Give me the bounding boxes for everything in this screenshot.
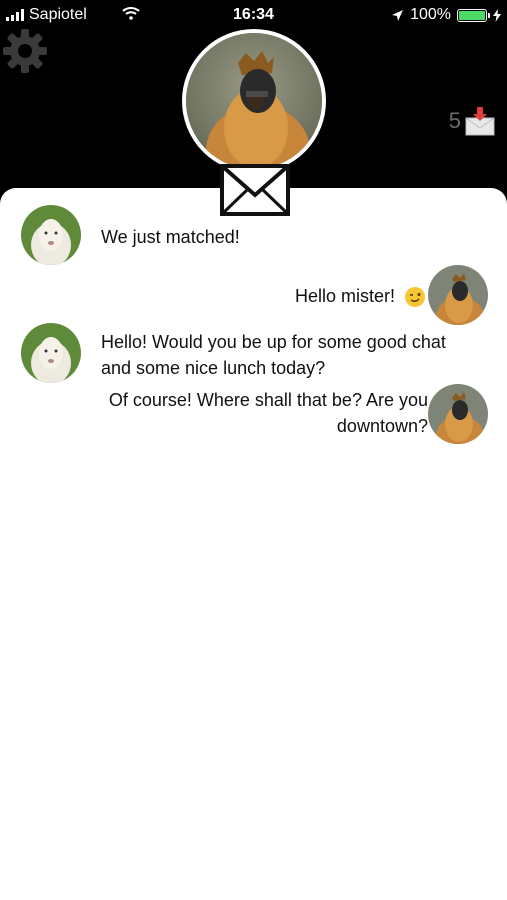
chicken-avatar[interactable] <box>428 265 488 325</box>
chicken-photo <box>186 33 322 169</box>
message-line: and some nice lunch today? <box>101 358 326 378</box>
message-text: Hello mister! <box>294 286 395 306</box>
message-text: Hello! Would you be up for some good cha… <box>101 329 446 381</box>
message-text: Of course! Where shall that be? Are you … <box>109 387 428 439</box>
envelope-icon[interactable] <box>219 163 291 217</box>
status-bar: Sapiotel 16:34 100% <box>0 0 507 30</box>
chicken-avatar[interactable] <box>428 384 488 444</box>
status-right: 100% <box>391 6 501 24</box>
wink-emoji <box>405 287 425 308</box>
message-text-right: Hello mister! <box>295 283 426 309</box>
match-profile-photo[interactable] <box>182 29 326 173</box>
charging-bolt-icon <box>493 8 501 22</box>
battery-percent: 100% <box>410 6 451 23</box>
unread-count: 5 <box>448 108 461 133</box>
battery-icon <box>457 8 490 22</box>
gear-icon[interactable] <box>2 28 48 74</box>
chat-panel: We just matched! Hello mister! Hello! Wo… <box>0 188 507 900</box>
inbox-button[interactable]: 5 <box>449 106 495 136</box>
message-line: Hello! Would you be up for some good cha… <box>101 332 446 352</box>
inbox-download-icon <box>465 107 495 136</box>
message-text: We just matched! <box>101 227 240 247</box>
message-line: downtown? <box>336 416 428 436</box>
sheep-avatar[interactable] <box>21 205 81 265</box>
location-arrow-icon <box>392 9 404 21</box>
sheep-avatar[interactable] <box>21 323 81 383</box>
message-line: Of course! Where shall that be? Are you <box>108 390 428 410</box>
